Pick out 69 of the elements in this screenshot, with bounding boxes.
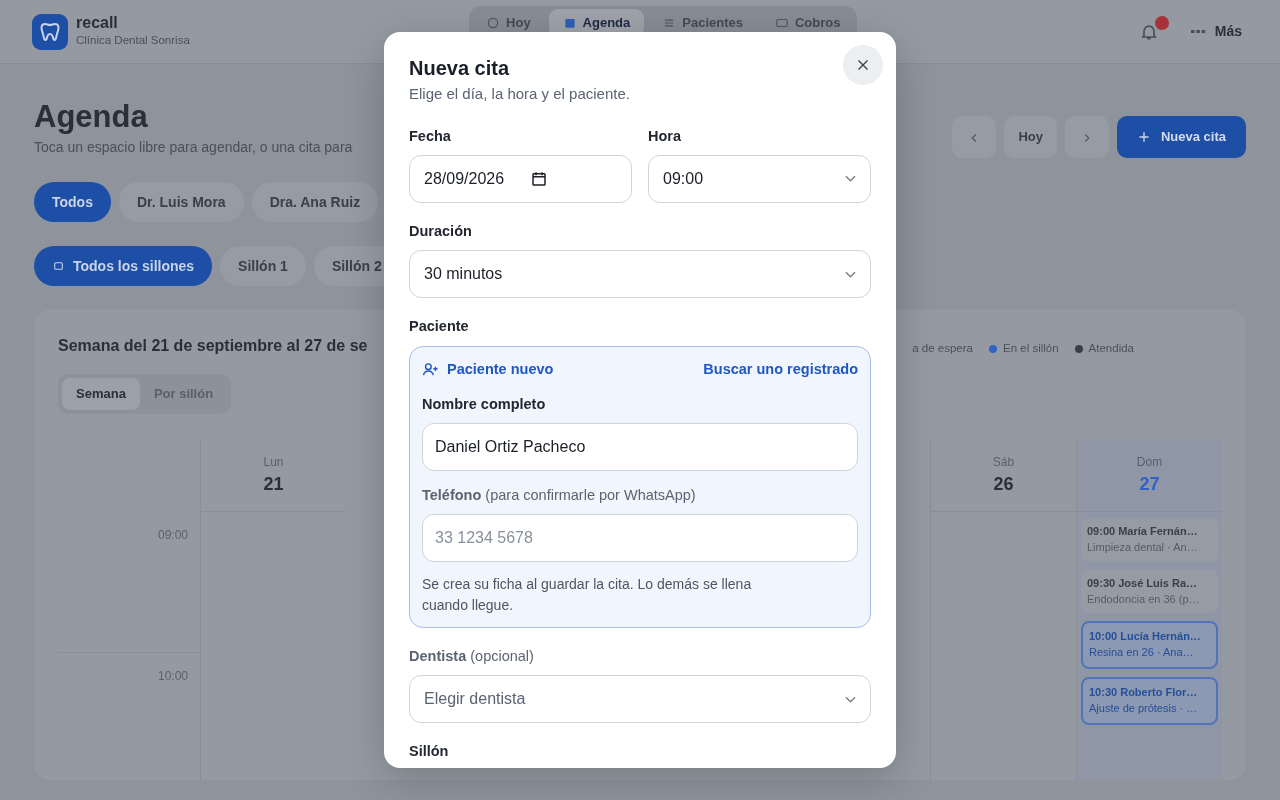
more-button[interactable]: Más	[1184, 20, 1248, 43]
modal-title: Nueva cita	[409, 56, 510, 80]
appointment-title: 10:30 Roberto Flor…	[1089, 685, 1199, 701]
phone-field[interactable]: 33 1234 5678	[422, 514, 858, 563]
new-appointment-button[interactable]: Nueva cita	[1116, 116, 1246, 159]
day-number: 21	[263, 472, 284, 496]
appointment-detail: Limpieza dental · An…	[1087, 539, 1199, 555]
weekday-label: Dom	[1136, 453, 1163, 471]
appointment-title: 10:00 Lucía Hernán…	[1089, 629, 1202, 645]
nav-tab[interactable]: Pacientes	[648, 9, 757, 37]
nav-tab[interactable]: Hoy	[472, 9, 545, 37]
day-number: 27	[1139, 472, 1160, 496]
chair-icon	[52, 259, 65, 273]
filter-chip[interactable]: Todos los sillones	[34, 246, 213, 287]
legend-label: En el sillón	[1002, 341, 1059, 357]
name-field[interactable]: Daniel Ortiz Pacheco	[422, 422, 858, 471]
calendar-title: Semana del 21 de septiembre al 27 de se	[58, 336, 368, 357]
appointment-title: 09:00 María Fernán…	[1087, 523, 1199, 539]
time-label: 09:00	[157, 527, 188, 542]
weekday-label: Lun	[263, 453, 284, 471]
field-label: Nombre completo	[422, 396, 547, 414]
appointment-card[interactable]: 09:00 María Fernán… Limpieza dental · An…	[1081, 517, 1218, 562]
helper-text: Se crea su ficha al guardar la cita. Lo demás se llena cuando llegue.	[422, 575, 753, 615]
field-label: Hora	[648, 127, 683, 145]
legend-label: Atendida	[1088, 341, 1134, 357]
circle-icon	[486, 15, 501, 30]
field-label: Paciente	[409, 318, 470, 336]
close-button[interactable]	[843, 45, 883, 85]
filter-chip[interactable]: Dr. Luis Mora	[118, 182, 244, 223]
app-name: recall	[76, 14, 119, 32]
field-label: Sillón	[409, 743, 450, 761]
patient-mode-label: Paciente nuevo	[447, 359, 554, 379]
filter-chip[interactable]: Dra. Ana Ruiz	[251, 182, 379, 223]
chevron-down-icon	[845, 175, 856, 183]
plus-icon	[1136, 130, 1151, 145]
modal-subtitle: Elige el día, la hora y el paciente.	[409, 84, 631, 104]
clinic-name: Clínica Dental Sonrisa	[76, 32, 190, 48]
appointment-card[interactable]: 10:30 Roberto Flor… Ajuste de prótesis · …	[1081, 677, 1218, 726]
appointment-card[interactable]: 10:00 Lucía Hernán… Resina en 26 · Ana…	[1081, 621, 1218, 670]
field-label: Dentista (opcional)	[409, 647, 535, 666]
day-number: 26	[993, 472, 1014, 496]
today-button[interactable]: Hoy	[1004, 116, 1057, 159]
input-field[interactable]: 28/09/2026	[409, 154, 632, 203]
time-label: 10:00	[157, 668, 188, 683]
chevron-down-icon	[845, 270, 856, 278]
field-label: Fecha	[409, 127, 452, 145]
appointment-detail: Endodoncia en 36 (p…	[1087, 591, 1201, 607]
chevron-down-icon	[845, 695, 856, 703]
appointment-detail: Resina en 26 · Ana…	[1089, 645, 1195, 661]
field-label: Teléfono (para confirmarle por WhatsApp)	[422, 486, 697, 505]
weekday-label: Sáb	[992, 453, 1015, 471]
nav-tab[interactable]: Cobros	[761, 9, 855, 37]
filter-chip[interactable]: Sillón 1	[220, 246, 306, 287]
appointment-detail: Ajuste de prótesis · …	[1089, 701, 1199, 717]
appointment-title: 09:30 José Luis Ra…	[1087, 575, 1199, 591]
field-label: Duración	[409, 222, 473, 241]
filter-chip[interactable]: Todos	[34, 182, 111, 223]
page-subtitle: Toca un espacio libre para agendar, o una cita para	[34, 138, 353, 158]
input-field[interactable]: 30 minutos	[409, 250, 871, 299]
input-field[interactable]: Elegir dentista	[409, 675, 871, 724]
view-tab[interactable]: Semana	[62, 378, 140, 410]
page-title: Agenda	[34, 98, 149, 136]
search-patient-link[interactable]: Buscar uno registrado	[703, 358, 858, 381]
calendar-icon	[530, 169, 549, 188]
input-field[interactable]: 09:00	[648, 154, 871, 203]
notification-badge	[1152, 13, 1171, 32]
legend-label: a de espera	[912, 341, 973, 357]
dots-icon	[1190, 30, 1207, 33]
appointment-card[interactable]: 09:30 José Luis Ra… Endodoncia en 36 (p…	[1081, 569, 1218, 614]
